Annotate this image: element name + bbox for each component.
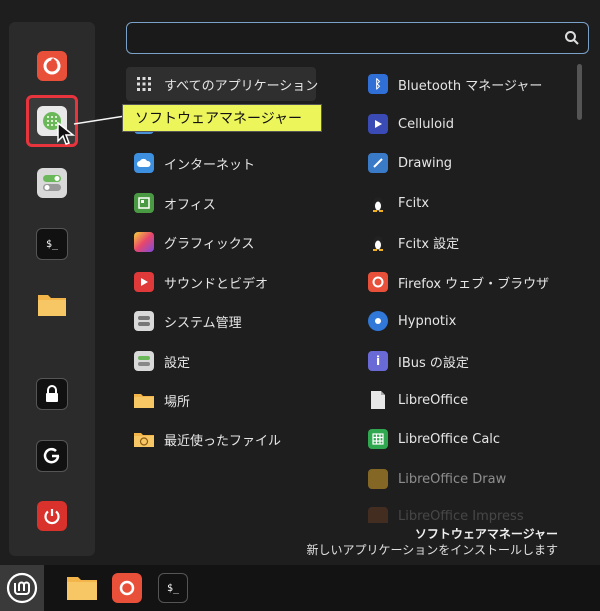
search-icon: [565, 31, 579, 45]
power-icon: [37, 501, 67, 531]
app-label: LibreOffice Impress: [398, 509, 524, 523]
callout-label: ソフトウェアマネージャー: [122, 104, 322, 132]
sound-video-icon: [134, 272, 154, 292]
app-label: Hypnotix: [398, 313, 457, 329]
hypnotix-icon: [368, 311, 388, 331]
celluloid-icon: [368, 114, 388, 134]
category-label: グラフィックス: [164, 236, 255, 252]
firefox-icon: [368, 272, 388, 292]
category-label: サウンドとビデオ: [164, 276, 269, 292]
app-description-title: ソフトウェアマネージャー: [414, 527, 558, 541]
mint-logo-icon: [6, 572, 38, 604]
app-description-text: 新しいアプリケーションをインストールします: [306, 543, 558, 557]
firefox-icon: [119, 580, 135, 596]
category-system-admin[interactable]: システム管理: [126, 304, 316, 338]
category-label: すべてのアプリケーション: [164, 78, 319, 94]
search-input[interactable]: [135, 28, 559, 50]
fav-files[interactable]: [26, 278, 78, 330]
app-libreoffice[interactable]: LibreOffice: [362, 383, 572, 417]
calc-icon: [368, 429, 388, 449]
settings-toggle-icon: [37, 168, 67, 198]
app-label: Fcitx: [398, 195, 430, 211]
logout-button[interactable]: [26, 430, 78, 482]
recent-folder-icon: [134, 429, 154, 449]
app-bluetooth-manager[interactable]: ᛒ Bluetooth マネージャー: [362, 67, 572, 101]
firefox-icon: [37, 51, 67, 81]
terminal-icon: $_: [36, 228, 68, 260]
app-label: IBus の設定: [398, 355, 469, 371]
category-places[interactable]: 場所: [126, 383, 316, 417]
category-office[interactable]: オフィス: [126, 186, 316, 220]
internet-icon: [134, 153, 154, 173]
category-graphics[interactable]: グラフィックス: [126, 225, 316, 259]
grid-icon: [134, 74, 154, 94]
info-icon: i: [368, 351, 388, 371]
app-label: LibreOffice: [398, 392, 469, 408]
app-fcitx[interactable]: Fcitx: [362, 186, 572, 220]
taskbar-terminal[interactable]: $_: [158, 573, 188, 603]
category-label: インターネット: [164, 157, 256, 173]
logout-icon: [36, 440, 68, 472]
category-label: 最近使ったファイル: [164, 433, 282, 449]
favorites-sidebar: $_: [9, 22, 95, 556]
scrollbar[interactable]: [577, 64, 582, 120]
lock-screen-button[interactable]: [26, 368, 78, 420]
draw-icon: [368, 469, 388, 489]
impress-icon: [368, 507, 388, 523]
app-label: LibreOffice Calc: [398, 431, 501, 447]
fav-terminal[interactable]: $_: [26, 218, 78, 270]
taskbar-firefox[interactable]: [112, 573, 142, 603]
bluetooth-icon: ᛒ: [368, 74, 388, 94]
search-box[interactable]: [126, 22, 589, 54]
category-sound-video[interactable]: サウンドとビデオ: [126, 265, 316, 299]
app-hypnotix[interactable]: Hypnotix: [362, 304, 572, 338]
app-firefox[interactable]: Firefox ウェブ・ブラウザ: [362, 265, 572, 299]
app-drawing[interactable]: Drawing: [362, 146, 572, 180]
category-label: 場所: [164, 394, 191, 410]
taskbar-files[interactable]: [66, 573, 98, 603]
category-internet[interactable]: インターネット: [126, 146, 316, 180]
app-celluloid[interactable]: Celluloid: [362, 107, 572, 141]
settings-icon: [134, 351, 154, 371]
app-libreoffice-impress[interactable]: LibreOffice Impress: [362, 501, 572, 523]
app-libreoffice-draw[interactable]: LibreOffice Draw: [362, 462, 572, 496]
terminal-icon: $_: [166, 582, 180, 594]
callout-pointer: [73, 115, 126, 125]
app-label: Fcitx 設定: [398, 236, 460, 252]
drawing-icon: [368, 153, 388, 173]
system-admin-icon: [134, 311, 154, 331]
category-label: システム管理: [164, 315, 242, 331]
app-ibus-settings[interactable]: i IBus の設定: [362, 344, 572, 378]
lock-icon: [36, 378, 68, 410]
fav-firefox[interactable]: [26, 40, 78, 92]
category-recent-files[interactable]: 最近使ったファイル: [126, 422, 316, 456]
penguin-icon: [368, 232, 388, 252]
folder-icon: [67, 577, 97, 600]
taskbar: $_: [0, 565, 600, 611]
app-label: LibreOffice Draw: [398, 471, 507, 487]
category-label: オフィス: [164, 197, 216, 213]
app-label: Drawing: [398, 155, 453, 171]
shutdown-button[interactable]: [26, 490, 78, 542]
libreoffice-icon: [368, 390, 388, 410]
app-label: Firefox ウェブ・ブラウザ: [398, 276, 550, 292]
app-libreoffice-calc[interactable]: LibreOffice Calc: [362, 422, 572, 456]
penguin-icon: [368, 193, 388, 213]
category-settings[interactable]: 設定: [126, 344, 316, 378]
category-all-applications[interactable]: すべてのアプリケーション: [126, 67, 319, 101]
app-fcitx-settings[interactable]: Fcitx 設定: [362, 225, 572, 259]
application-menu: $_ すべてのアプリケーション インターネット オフィス グラフィックス サウン…: [0, 0, 600, 565]
menu-button[interactable]: [0, 565, 44, 611]
graphics-icon: [134, 232, 154, 252]
folder-icon: [134, 390, 154, 410]
category-label: 設定: [164, 355, 191, 371]
app-label: Celluloid: [398, 116, 454, 132]
folder-icon: [37, 289, 67, 319]
office-icon: [134, 193, 154, 213]
fav-system-settings[interactable]: [26, 157, 78, 209]
app-label: Bluetooth マネージャー: [398, 78, 543, 94]
